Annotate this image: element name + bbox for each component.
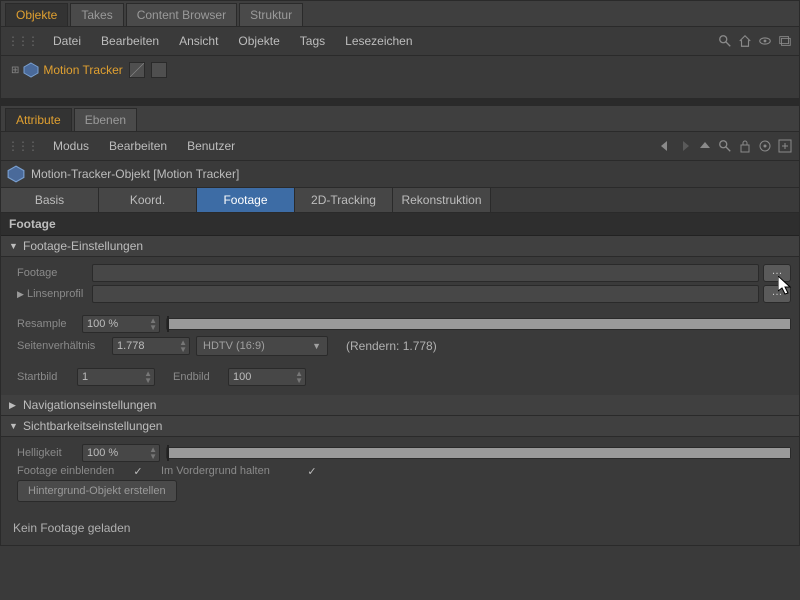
search-icon[interactable] bbox=[717, 33, 733, 49]
disclosure-down-icon: ▼ bbox=[9, 241, 19, 251]
label-footage: Footage bbox=[17, 267, 92, 279]
object-slot-b[interactable] bbox=[151, 62, 167, 78]
group-navigation-settings[interactable]: ▶ Navigationseinstellungen bbox=[1, 395, 799, 416]
tree-item-motion-tracker[interactable]: ⊞ Motion Tracker bbox=[7, 60, 793, 80]
label-startframe: Startbild bbox=[17, 371, 77, 383]
menu-datei[interactable]: Datei bbox=[43, 31, 91, 51]
stepper-icon[interactable]: ▲▼ bbox=[295, 370, 303, 384]
disclosure-right-icon: ▶ bbox=[9, 400, 19, 411]
tree-item-label: Motion Tracker bbox=[43, 63, 122, 77]
grip-icon[interactable]: ⋮⋮⋮ bbox=[7, 34, 37, 48]
attribute-tabstrip: Attribute Ebenen bbox=[1, 106, 799, 132]
tab-ebenen[interactable]: Ebenen bbox=[74, 108, 137, 131]
expand-icon[interactable]: ⊞ bbox=[11, 65, 19, 76]
keep-foreground-checkbox[interactable]: ✓ bbox=[305, 465, 319, 477]
stepper-icon[interactable]: ▲▼ bbox=[149, 317, 157, 331]
object-tree: ⊞ Motion Tracker bbox=[1, 56, 799, 98]
motion-tracker-icon bbox=[7, 165, 25, 183]
attribute-object-title: Motion-Tracker-Objekt [Motion Tracker] bbox=[31, 167, 239, 181]
chevron-down-icon: ▼ bbox=[312, 341, 321, 351]
new-panel-icon[interactable] bbox=[777, 138, 793, 154]
label-brightness: Helligkeit bbox=[17, 447, 82, 459]
disclosure-right-icon[interactable]: ▶ bbox=[17, 289, 27, 300]
tab-objekte[interactable]: Objekte bbox=[5, 3, 68, 26]
lock-icon[interactable] bbox=[737, 138, 753, 154]
menu-objekte[interactable]: Objekte bbox=[228, 31, 289, 51]
search-icon-2[interactable] bbox=[717, 138, 733, 154]
disclosure-down-icon: ▼ bbox=[9, 421, 19, 431]
show-footage-checkbox[interactable]: ✓ bbox=[131, 465, 145, 477]
label-endframe: Endbild bbox=[173, 371, 228, 383]
label-show-footage: Footage einblenden bbox=[17, 465, 127, 477]
attribute-object-header: Motion-Tracker-Objekt [Motion Tracker] bbox=[1, 161, 799, 188]
startframe-field[interactable]: 1▲▼ bbox=[77, 368, 155, 386]
subtab-koord[interactable]: Koord. bbox=[99, 188, 197, 212]
subtab-rekonstruktion[interactable]: Rekonstruktion bbox=[393, 188, 491, 212]
objects-panel: Objekte Takes Content Browser Struktur ⋮… bbox=[0, 0, 800, 99]
aspect-preset-dropdown[interactable]: HDTV (16:9)▼ bbox=[196, 336, 328, 356]
label-lens-profile: Linsenprofil bbox=[27, 288, 92, 300]
group-label: Sichtbarkeitseinstellungen bbox=[23, 419, 162, 433]
section-title-footage: Footage bbox=[1, 213, 799, 236]
brightness-slider[interactable] bbox=[166, 447, 791, 459]
create-background-button[interactable]: Hintergrund-Objekt erstellen bbox=[17, 480, 177, 502]
resample-slider[interactable] bbox=[166, 318, 791, 330]
up-icon[interactable] bbox=[697, 138, 713, 154]
home-icon[interactable] bbox=[737, 33, 753, 49]
eye-icon[interactable] bbox=[757, 33, 773, 49]
group-footage-settings-body: Footage … ▶ Linsenprofil … Resample 100 … bbox=[1, 257, 799, 395]
label-resample: Resample bbox=[17, 318, 82, 330]
tab-content-browser[interactable]: Content Browser bbox=[126, 3, 237, 26]
stepper-icon[interactable]: ▲▼ bbox=[179, 339, 187, 353]
layers-icon[interactable] bbox=[777, 33, 793, 49]
attribute-menubar: ⋮⋮⋮ Modus Bearbeiten Benutzer bbox=[1, 132, 799, 161]
motion-tracker-icon bbox=[23, 62, 39, 78]
menu-bearbeiten[interactable]: Bearbeiten bbox=[91, 31, 169, 51]
tab-struktur[interactable]: Struktur bbox=[239, 3, 303, 26]
label-aspect: Seitenverhältnis bbox=[17, 340, 112, 352]
lens-profile-input[interactable] bbox=[92, 285, 759, 303]
subtab-basis[interactable]: Basis bbox=[1, 188, 99, 212]
footage-browse-button[interactable]: … bbox=[763, 264, 791, 282]
footage-status: Kein Footage geladen bbox=[1, 511, 799, 545]
menu-benutzer[interactable]: Benutzer bbox=[177, 136, 245, 156]
menu-tags[interactable]: Tags bbox=[290, 31, 335, 51]
attribute-subtabs: Basis Koord. Footage 2D-Tracking Rekonst… bbox=[1, 188, 799, 213]
target-icon[interactable] bbox=[757, 138, 773, 154]
objects-tabstrip: Objekte Takes Content Browser Struktur bbox=[1, 1, 799, 27]
forward-icon[interactable] bbox=[677, 138, 693, 154]
stepper-icon[interactable]: ▲▼ bbox=[144, 370, 152, 384]
group-footage-settings[interactable]: ▼ Footage-Einstellungen bbox=[1, 236, 799, 257]
tab-attribute[interactable]: Attribute bbox=[5, 108, 72, 131]
aspect-field[interactable]: 1.778▲▼ bbox=[112, 337, 190, 355]
label-keep-foreground: Im Vordergrund halten bbox=[161, 465, 301, 477]
brightness-field[interactable]: 100 %▲▼ bbox=[82, 444, 160, 462]
lens-browse-button[interactable]: … bbox=[763, 285, 791, 303]
group-visibility-settings-body: Helligkeit 100 %▲▼ Footage einblenden ✓ … bbox=[1, 437, 799, 511]
attribute-panel: Attribute Ebenen ⋮⋮⋮ Modus Bearbeiten Be… bbox=[0, 105, 800, 546]
tab-takes[interactable]: Takes bbox=[70, 3, 123, 26]
menu-modus[interactable]: Modus bbox=[43, 136, 99, 156]
group-label: Footage-Einstellungen bbox=[23, 239, 143, 253]
objects-menubar: ⋮⋮⋮ Datei Bearbeiten Ansicht Objekte Tag… bbox=[1, 27, 799, 56]
stepper-icon[interactable]: ▲▼ bbox=[149, 446, 157, 460]
subtab-2d-tracking[interactable]: 2D-Tracking bbox=[295, 188, 393, 212]
menu-bearbeiten-2[interactable]: Bearbeiten bbox=[99, 136, 177, 156]
endframe-field[interactable]: 100▲▼ bbox=[228, 368, 306, 386]
group-visibility-settings[interactable]: ▼ Sichtbarkeitseinstellungen bbox=[1, 416, 799, 437]
menu-ansicht[interactable]: Ansicht bbox=[169, 31, 228, 51]
back-icon[interactable] bbox=[657, 138, 673, 154]
footage-path-input[interactable] bbox=[92, 264, 759, 282]
object-slot-a[interactable] bbox=[129, 62, 145, 78]
label-render-aspect: (Rendern: 1.778) bbox=[346, 339, 437, 353]
grip-icon[interactable]: ⋮⋮⋮ bbox=[7, 139, 37, 153]
resample-field[interactable]: 100 %▲▼ bbox=[82, 315, 160, 333]
menu-lesezeichen[interactable]: Lesezeichen bbox=[335, 31, 422, 51]
subtab-footage[interactable]: Footage bbox=[197, 188, 295, 212]
group-label: Navigationseinstellungen bbox=[23, 398, 156, 412]
